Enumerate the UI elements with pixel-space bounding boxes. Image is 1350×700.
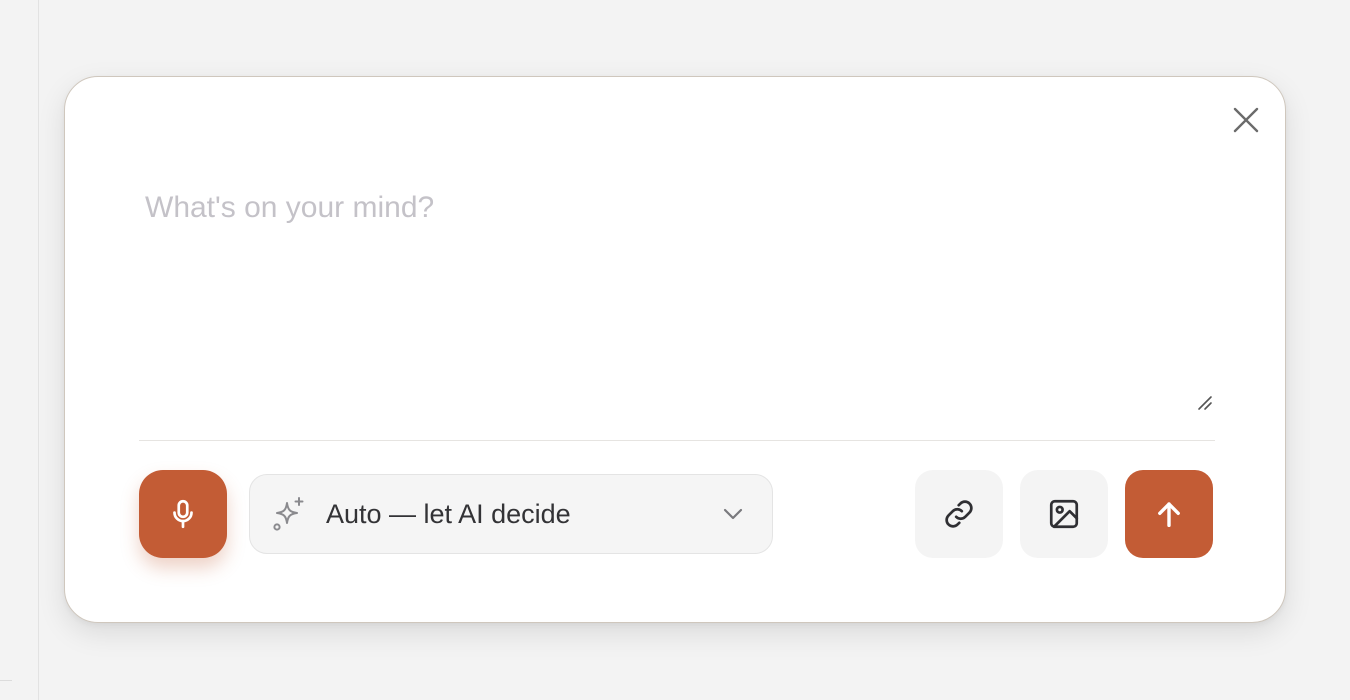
attach-link-button[interactable]	[915, 470, 1003, 558]
chevron-down-icon	[723, 508, 743, 520]
microphone-icon	[173, 499, 193, 529]
rail-divider	[0, 680, 12, 681]
close-icon	[1233, 107, 1259, 133]
attach-image-button[interactable]	[1020, 470, 1108, 558]
left-rail	[0, 0, 39, 700]
compose-dialog: Auto — let AI decide	[64, 76, 1286, 623]
mode-select-dropdown[interactable]: Auto — let AI decide	[249, 474, 773, 554]
link-icon	[945, 500, 973, 528]
microphone-button[interactable]	[139, 470, 227, 558]
sparkle-icon	[273, 497, 304, 531]
image-icon	[1049, 499, 1079, 529]
close-button[interactable]	[1229, 103, 1263, 137]
compose-input[interactable]	[139, 169, 1215, 437]
divider	[139, 440, 1215, 441]
arrow-up-icon	[1158, 502, 1180, 528]
mode-select-label: Auto — let AI decide	[326, 499, 571, 529]
resize-handle-icon[interactable]	[1195, 393, 1213, 411]
send-button[interactable]	[1125, 470, 1213, 558]
